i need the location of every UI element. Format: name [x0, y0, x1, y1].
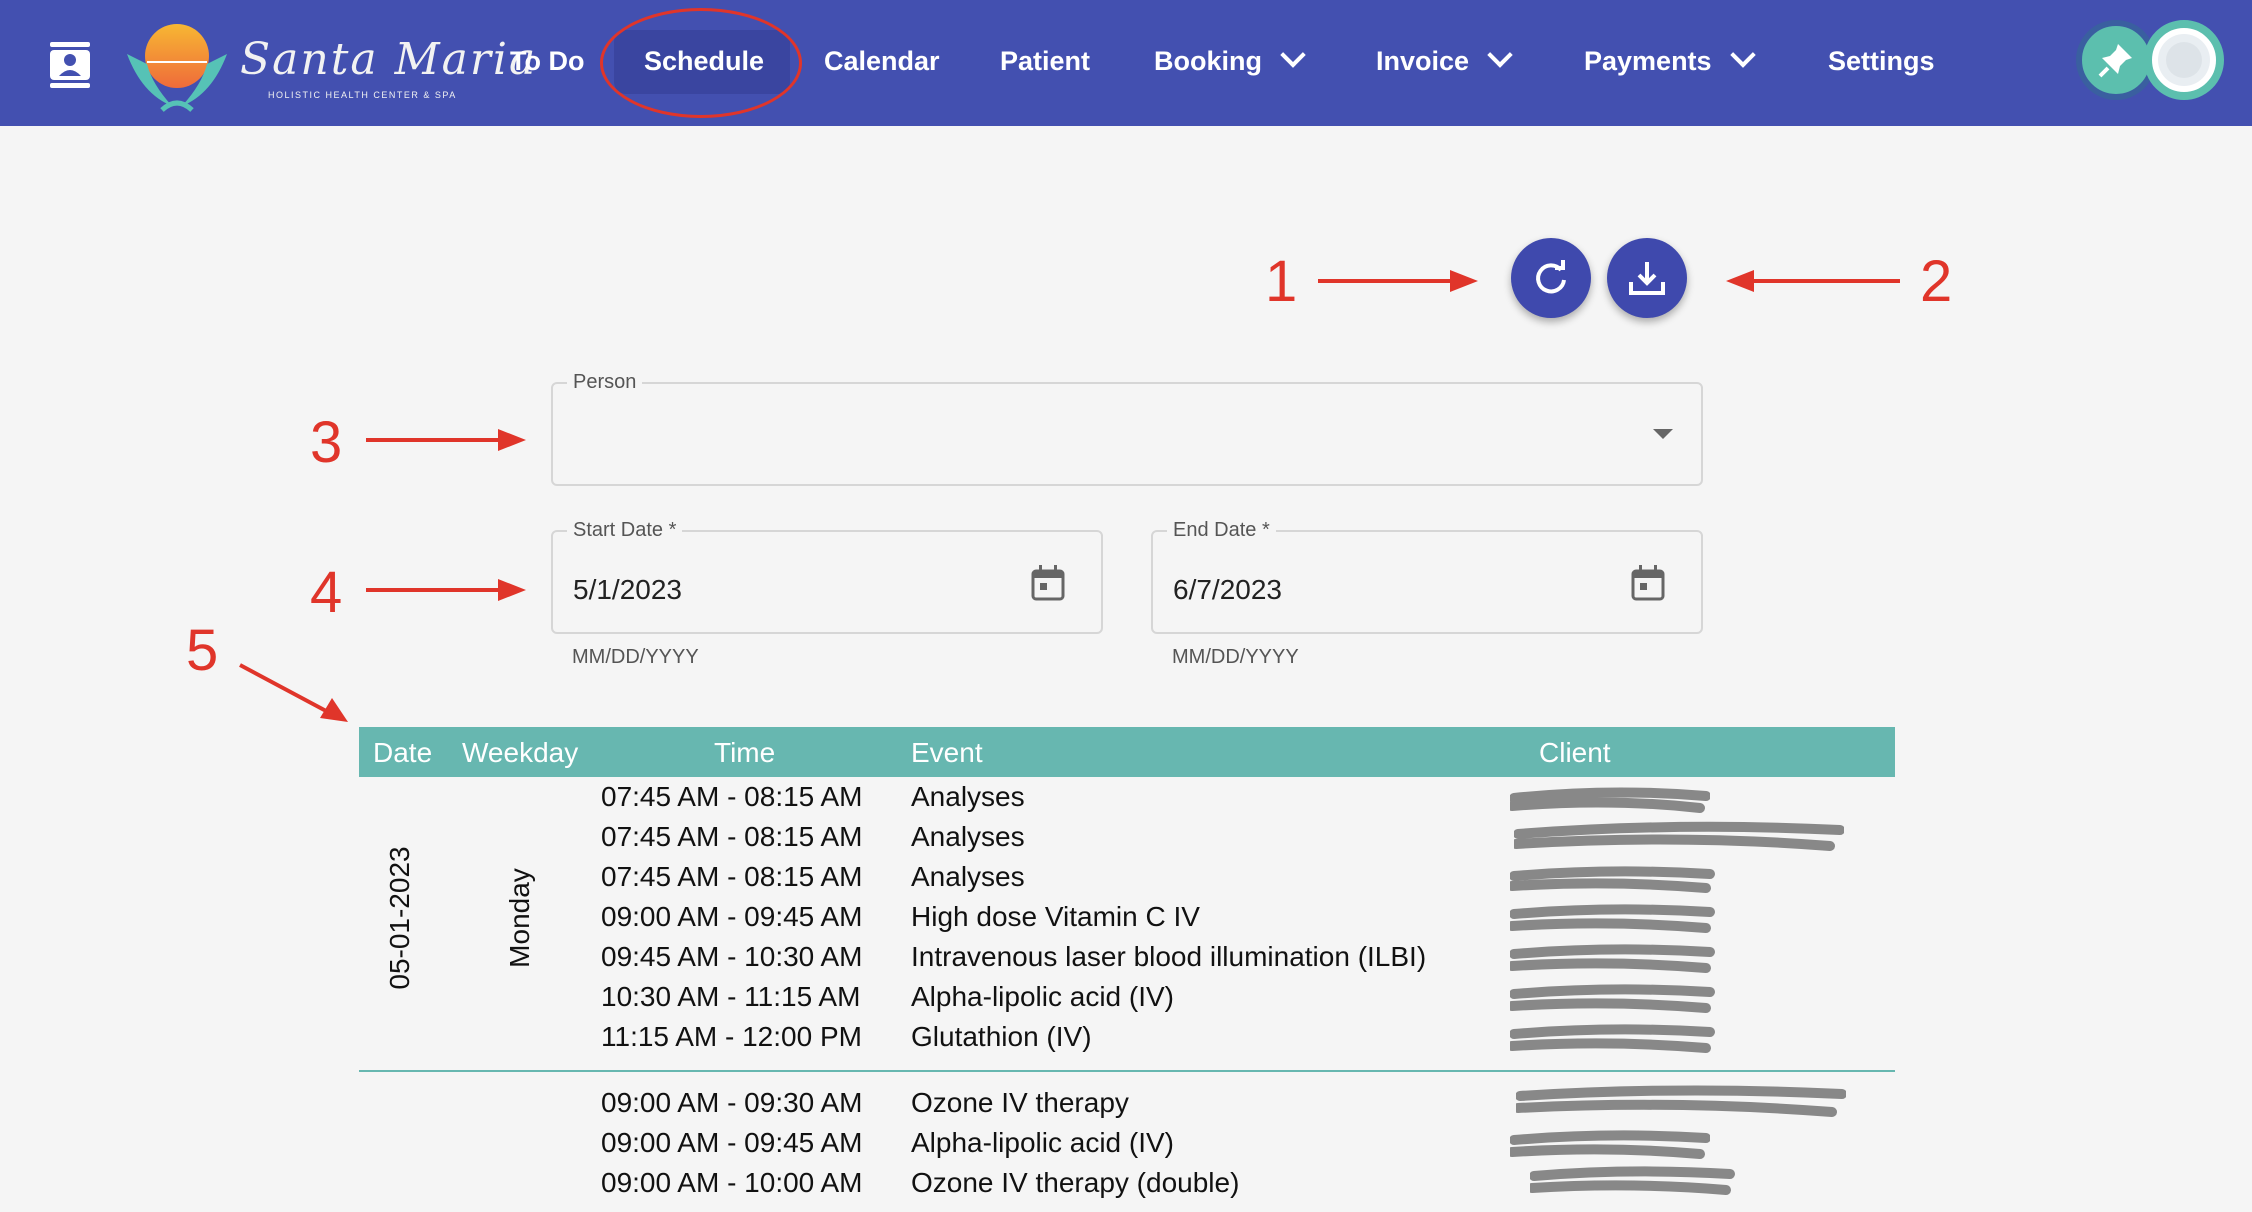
calendar-icon[interactable]	[1031, 565, 1065, 601]
row-event: Analyses	[911, 781, 1025, 812]
row-event: Ozone IV therapy (double)	[911, 1167, 1240, 1198]
nav-todo[interactable]: To Do	[510, 43, 584, 79]
nav-booking[interactable]: Booking	[1154, 42, 1306, 79]
schedule-highlight-ellipse	[600, 8, 802, 118]
row-time: 09:45 AM - 10:30 AM	[601, 941, 863, 972]
row-time: 09:00 AM - 09:45 AM	[601, 901, 863, 932]
row-event: Glutathion (IV)	[911, 1021, 1092, 1052]
nav-payments-label: Payments	[1584, 46, 1712, 76]
row-event: High dose Vitamin C IV	[911, 901, 1200, 932]
chevron-down-icon	[1729, 42, 1756, 68]
refresh-icon	[1536, 260, 1566, 294]
top-navigation-bar: Santa Maria HOLISTIC HEALTH CENTER & SPA…	[0, 0, 2252, 126]
redacted-client	[1510, 1024, 1715, 1053]
group-date: 05-01-2023	[384, 846, 415, 990]
column-header-event[interactable]: Event	[911, 736, 983, 770]
end-date-helper: MM/DD/YYYY	[1172, 646, 1299, 668]
end-date-label: End Date *	[1167, 518, 1276, 542]
row-time: 09:00 AM - 09:30 AM	[601, 1087, 863, 1118]
contacts-menu-icon[interactable]	[50, 42, 90, 88]
nav-invoice[interactable]: Invoice	[1376, 42, 1513, 79]
annotation-arrow-3	[366, 429, 526, 451]
user-avatar[interactable]	[2144, 20, 2224, 100]
nav-payments[interactable]: Payments	[1584, 42, 1756, 79]
group-divider	[359, 1070, 1895, 1072]
logo-emblem-icon	[127, 24, 227, 112]
row-event: Analyses	[911, 821, 1025, 852]
start-date-field[interactable]: Start Date * 5/1/2023	[551, 518, 1103, 634]
redacted-client	[1516, 1085, 1846, 1117]
download-icon	[1629, 262, 1665, 295]
row-event: Ozone IV therapy	[911, 1087, 1129, 1118]
nav-booking-label: Booking	[1154, 46, 1262, 76]
brand-name: Santa Maria	[240, 34, 538, 85]
chevron-down-icon	[1487, 42, 1513, 68]
row-time: 09:00 AM - 10:00 AM	[601, 1167, 863, 1198]
annotation-1: 1	[1265, 249, 1298, 314]
brand-logo[interactable]: Santa Maria HOLISTIC HEALTH CENTER & SPA	[122, 14, 535, 114]
start-date-label: Start Date *	[567, 518, 683, 542]
group-weekday: Monday	[504, 868, 535, 968]
dropdown-arrow-icon	[1653, 429, 1673, 439]
redacted-client	[1510, 787, 1710, 813]
download-button[interactable]	[1607, 238, 1687, 318]
redacted-client	[1510, 904, 1715, 933]
chevron-down-icon	[1280, 42, 1306, 68]
user-avatar-icon	[2158, 34, 2210, 86]
nav-patient[interactable]: Patient	[1000, 43, 1090, 79]
row-time: 07:45 AM - 08:15 AM	[601, 861, 863, 892]
row-event: Alpha-lipolic acid (IV)	[911, 1127, 1174, 1158]
redacted-client	[1510, 984, 1715, 1013]
redacted-client	[1530, 1166, 1735, 1195]
nav-calendar[interactable]: Calendar	[824, 43, 940, 79]
redacted-client	[1510, 944, 1715, 973]
person-label: Person	[567, 370, 643, 394]
row-time: 11:15 AM - 12:00 PM	[601, 1021, 862, 1052]
redacted-client	[1514, 821, 1844, 851]
row-time: 07:45 AM - 08:15 AM	[601, 821, 863, 852]
start-date-value: 5/1/2023	[573, 574, 682, 605]
end-date-value: 6/7/2023	[1173, 574, 1282, 605]
nav-invoice-label: Invoice	[1376, 46, 1470, 76]
calendar-icon[interactable]	[1631, 565, 1665, 601]
column-header-date[interactable]: Date	[373, 736, 432, 770]
column-header-weekday[interactable]: Weekday	[462, 736, 578, 770]
annotation-arrow-1	[1318, 270, 1478, 292]
row-event: Intravenous laser blood illumination (IL…	[911, 941, 1427, 972]
brand-tagline: HOLISTIC HEALTH CENTER & SPA	[268, 90, 457, 100]
start-date-helper: MM/DD/YYYY	[572, 646, 699, 668]
redacted-client	[1510, 1130, 1710, 1159]
person-select[interactable]: Person	[551, 370, 1703, 486]
annotation-arrow-4	[366, 579, 526, 601]
annotation-5: 5	[186, 618, 219, 683]
redacted-client	[1510, 866, 1715, 893]
schedule-table-header: Date Weekday Time Event Client	[359, 727, 1895, 777]
pin-icon	[2098, 44, 2132, 78]
annotation-4: 4	[310, 560, 343, 625]
annotation-arrow-5	[239, 663, 348, 722]
row-time: 09:00 AM - 09:45 AM	[601, 1127, 863, 1158]
annotation-arrow-2	[1726, 270, 1900, 292]
end-date-field[interactable]: End Date * 6/7/2023	[1151, 518, 1703, 634]
column-header-client[interactable]: Client	[1539, 736, 1611, 770]
row-time: 07:45 AM - 08:15 AM	[601, 781, 863, 812]
row-event: Analyses	[911, 861, 1025, 892]
row-event: Alpha-lipolic acid (IV)	[911, 981, 1174, 1012]
nav-settings[interactable]: Settings	[1828, 43, 1935, 79]
annotation-2: 2	[1920, 249, 1953, 314]
annotation-3: 3	[310, 410, 343, 475]
refresh-button[interactable]	[1511, 238, 1591, 318]
row-time: 10:30 AM - 11:15 AM	[601, 981, 861, 1012]
column-header-time[interactable]: Time	[714, 736, 775, 770]
